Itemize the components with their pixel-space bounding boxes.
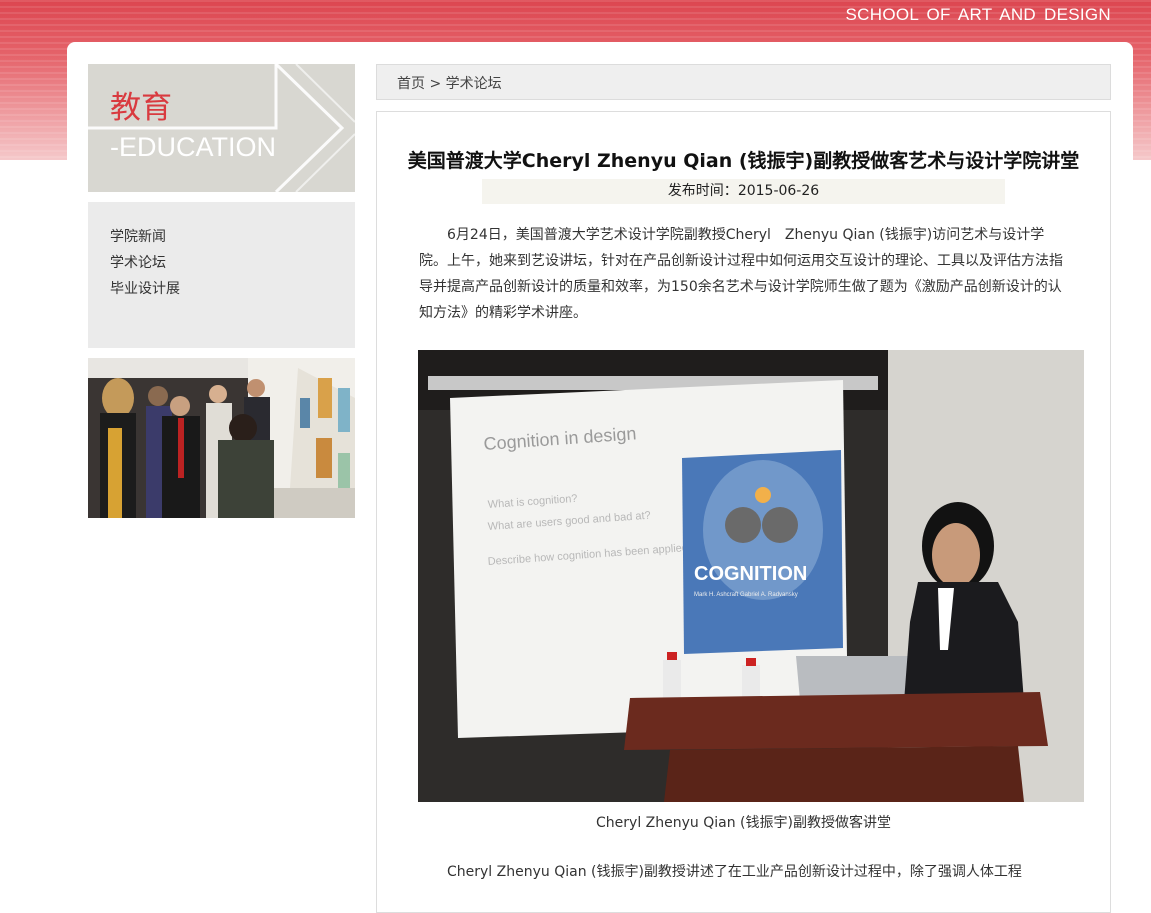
sidebar-item-news[interactable]: 学院新闻 xyxy=(110,224,355,250)
photo-caption: Cheryl Zhenyu Qian (钱振宇)副教授做客讲堂 xyxy=(596,815,891,831)
article-paragraph: 6月24日，美国普渡大学艺术设计学院副教授Cheryl Zhenyu Qian … xyxy=(419,227,1063,321)
section-banner: 教育 -EDUCATION xyxy=(88,64,355,192)
book-title: COGNITION xyxy=(694,563,807,585)
breadcrumb-home-link[interactable]: 首页 xyxy=(397,76,425,92)
publish-date-bar: 发布时间：2015-06-26 xyxy=(482,179,1005,204)
article-container: 美国普渡大学Cheryl Zhenyu Qian (钱振宇)副教授做客艺术与设计… xyxy=(376,111,1111,913)
publish-label: 发布时间： xyxy=(667,183,738,199)
breadcrumb-separator: > xyxy=(429,76,442,92)
breadcrumb-current[interactable]: 学术论坛 xyxy=(446,76,502,92)
lecture-photo: Cognition in design What is cognition? W… xyxy=(418,350,1084,802)
sidebar-nav: 学院新闻 学术论坛 毕业设计展 xyxy=(88,202,355,348)
gallery-visit-photo[interactable] xyxy=(88,358,355,518)
sidebar-item-forum[interactable]: 学术论坛 xyxy=(110,250,355,276)
book-authors: Mark H. Ashcraft Gabriel A. Radvansky xyxy=(694,592,798,598)
section-title-cn: 教育 xyxy=(110,90,172,126)
sidebar-item-graduation-show[interactable]: 毕业设计展 xyxy=(110,276,355,302)
school-name: SCHOOL OF ART AND DESIGN xyxy=(845,5,1111,24)
breadcrumb: 首页 > 学术论坛 xyxy=(376,64,1111,100)
article-title: 美国普渡大学Cheryl Zhenyu Qian (钱振宇)副教授做客艺术与设计… xyxy=(407,150,1080,172)
section-title-en: -EDUCATION xyxy=(110,132,276,162)
article-paragraph: Cheryl Zhenyu Qian (钱振宇)副教授讲述了在工业产品创新设计过… xyxy=(447,864,1022,880)
publish-date: 2015-06-26 xyxy=(737,183,820,199)
